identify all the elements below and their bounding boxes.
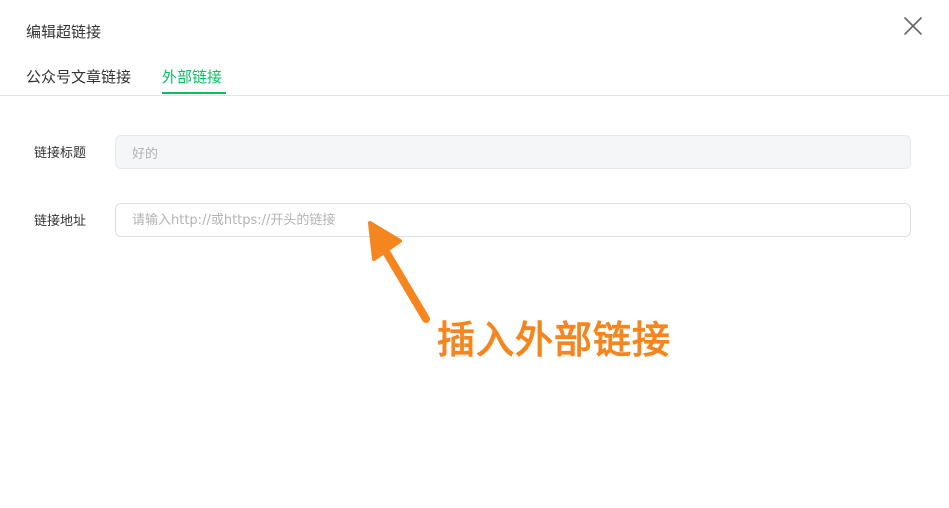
edit-hyperlink-dialog: 编辑超链接 公众号文章链接 外部链接 链接标题 链接地址 插入外部链接 bbox=[0, 0, 949, 508]
annotation-text: 插入外部链接 bbox=[437, 318, 672, 362]
tab-wechat-article-link[interactable]: 公众号文章链接 bbox=[26, 66, 131, 88]
dialog-title: 编辑超链接 bbox=[26, 23, 102, 41]
tab-external-link[interactable]: 外部链接 bbox=[162, 66, 222, 88]
link-type-tabs: 公众号文章链接 外部链接 bbox=[0, 64, 949, 96]
link-url-label: 链接地址 bbox=[34, 214, 87, 229]
link-title-field[interactable] bbox=[115, 135, 911, 169]
close-icon bbox=[904, 17, 922, 35]
link-url-field[interactable] bbox=[115, 203, 911, 237]
annotation-arrow-icon bbox=[368, 221, 430, 323]
close-button[interactable] bbox=[900, 13, 926, 39]
active-tab-indicator bbox=[162, 92, 226, 94]
link-title-label: 链接标题 bbox=[34, 146, 87, 161]
